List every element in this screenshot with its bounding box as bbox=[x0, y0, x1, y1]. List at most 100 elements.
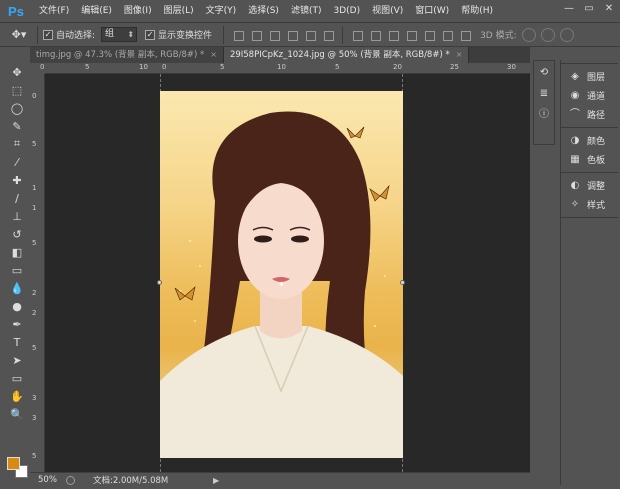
eyedropper-tool-icon[interactable]: ⁄ bbox=[6, 153, 28, 171]
panel-label: 样式 bbox=[587, 201, 606, 211]
auto-select-label: 自动选择: bbox=[56, 31, 96, 41]
distribute-right-icon[interactable] bbox=[440, 28, 454, 42]
align-vcenter-icon[interactable] bbox=[249, 28, 263, 42]
menu-image[interactable]: 图像(I) bbox=[118, 0, 158, 22]
close-button[interactable]: ✕ bbox=[602, 2, 616, 16]
path-select-tool-icon[interactable]: ➤ bbox=[6, 351, 28, 369]
pen-tool-icon[interactable]: ✒ bbox=[6, 315, 28, 333]
panel-swatches[interactable]: ▦ 色板 bbox=[561, 150, 618, 169]
foreground-color-swatch[interactable] bbox=[7, 457, 20, 470]
tab-close-icon[interactable]: × bbox=[456, 47, 463, 63]
gradient-tool-icon[interactable]: ▭ bbox=[6, 261, 28, 279]
lasso-tool-icon[interactable]: ◯ bbox=[6, 99, 28, 117]
align-left-icon[interactable] bbox=[285, 28, 299, 42]
dodge-tool-icon[interactable]: ● bbox=[6, 297, 28, 315]
menu-file[interactable]: 文件(F) bbox=[33, 0, 75, 22]
zoom-level[interactable]: 50% bbox=[30, 475, 66, 485]
panel-label: 图层 bbox=[587, 73, 606, 83]
auto-select-dropdown[interactable]: 组 bbox=[101, 27, 138, 42]
horizontal-ruler[interactable]: 0 5 10 0 5 10 5 20 25 30 bbox=[40, 63, 530, 74]
properties-panel-icon[interactable]: ≣ bbox=[536, 86, 552, 102]
brush-tool-icon[interactable]: ∕ bbox=[6, 189, 28, 207]
status-menu-arrow-icon[interactable]: ▶ bbox=[213, 476, 219, 485]
tab-timg[interactable]: timg.jpg @ 47.3% (背景 副本, RGB/8#) * × bbox=[30, 47, 224, 63]
move-tool-preset-icon[interactable]: ✥▾ bbox=[6, 25, 32, 45]
panel-color[interactable]: ◑ 颜色 bbox=[561, 131, 618, 150]
menu-3d[interactable]: 3D(D) bbox=[327, 0, 366, 22]
collapsed-panel-dock: ⟲ ≣ ⓘ bbox=[533, 60, 555, 145]
crop-tool-icon[interactable]: ⌗ bbox=[6, 135, 28, 153]
ruler-tick: 10 bbox=[139, 63, 148, 71]
transform-handle[interactable] bbox=[157, 280, 162, 285]
restore-button[interactable]: ▭ bbox=[582, 2, 596, 16]
styles-icon: ✧ bbox=[570, 198, 580, 210]
distribute-left-icon[interactable] bbox=[404, 28, 418, 42]
menu-layer[interactable]: 图层(L) bbox=[158, 0, 200, 22]
panel-label: 路径 bbox=[587, 111, 606, 121]
distribute-vcenter-icon[interactable] bbox=[368, 28, 382, 42]
menu-select[interactable]: 选择(S) bbox=[242, 0, 285, 22]
tab-29I58PICpKz[interactable]: 29I58PICpKz_1024.jpg @ 50% (背景 副本, RGB/8… bbox=[223, 47, 470, 63]
hand-tool-icon[interactable]: ✋ bbox=[6, 387, 28, 405]
align-bottom-icon[interactable] bbox=[267, 28, 281, 42]
transform-handle[interactable] bbox=[400, 280, 405, 285]
color-icon: ◑ bbox=[570, 134, 580, 146]
marquee-tool-icon[interactable]: ⬚ bbox=[6, 81, 28, 99]
distribute-top-icon[interactable] bbox=[350, 28, 364, 42]
reference-point-icon[interactable]: ✦ bbox=[278, 280, 285, 289]
ruler-tick: 10 bbox=[277, 63, 286, 71]
clone-stamp-tool-icon[interactable]: ⊥ bbox=[6, 207, 28, 225]
show-transform-checkbox[interactable]: ✓ bbox=[145, 29, 156, 40]
panel-label: 调整 bbox=[587, 182, 606, 192]
blur-tool-icon[interactable]: 💧 bbox=[6, 279, 28, 297]
ruler-tick: 5 bbox=[220, 63, 225, 71]
history-brush-tool-icon[interactable]: ↺ bbox=[6, 225, 28, 243]
quick-select-tool-icon[interactable]: ✎ bbox=[6, 117, 28, 135]
divider bbox=[342, 25, 344, 44]
3d-roll-icon[interactable] bbox=[540, 27, 555, 42]
ruler-tick: 2 bbox=[32, 309, 37, 317]
align-hcenter-icon[interactable] bbox=[303, 28, 317, 42]
zoom-tool-icon[interactable]: 🔍 bbox=[6, 405, 28, 423]
panel-paths[interactable]: ⌒ 路径 bbox=[561, 105, 618, 124]
healing-brush-tool-icon[interactable]: ✚ bbox=[6, 171, 28, 189]
panel-adjustments[interactable]: ◐ 调整 bbox=[561, 176, 618, 195]
document-canvas[interactable] bbox=[160, 91, 403, 458]
menu-type[interactable]: 文字(Y) bbox=[200, 0, 243, 22]
status-info-icon[interactable] bbox=[66, 475, 75, 485]
align-right-icon[interactable] bbox=[321, 28, 335, 42]
paths-icon: ⌒ bbox=[570, 108, 580, 120]
panel-layers[interactable]: ◈ 图层 bbox=[561, 67, 618, 86]
menu-help[interactable]: 帮助(H) bbox=[455, 0, 499, 22]
shape-tool-icon[interactable]: ▭ bbox=[6, 369, 28, 387]
auto-align-icon[interactable] bbox=[458, 28, 472, 42]
menu-filter[interactable]: 滤镜(T) bbox=[285, 0, 328, 22]
panel-label: 色板 bbox=[587, 156, 606, 166]
ruler-tick: 5 bbox=[32, 239, 37, 247]
tab-close-icon[interactable]: × bbox=[210, 47, 217, 63]
3d-rotate-icon[interactable] bbox=[521, 27, 536, 42]
distribute-hcenter-icon[interactable] bbox=[422, 28, 436, 42]
panel-dock: ◈ 图层 ◉ 通道 ⌒ 路径 ◑ 颜色 ▦ 色板 ◐ 调整 ✧ 样式 bbox=[560, 60, 618, 485]
menu-view[interactable]: 视图(V) bbox=[366, 0, 409, 22]
show-transform-label: 显示变换控件 bbox=[158, 31, 213, 41]
panel-channels[interactable]: ◉ 通道 bbox=[561, 86, 618, 105]
vertical-ruler[interactable]: 0 5 1 1 5 2 2 5 3 3 5 bbox=[30, 74, 45, 472]
panel-styles[interactable]: ✧ 样式 bbox=[561, 195, 618, 214]
3d-pan-icon[interactable] bbox=[559, 27, 574, 42]
canvas-area[interactable]: ✦ bbox=[45, 74, 530, 472]
distribute-bottom-icon[interactable] bbox=[386, 28, 400, 42]
ruler-tick: 5 bbox=[32, 344, 37, 352]
align-top-icon[interactable] bbox=[231, 28, 245, 42]
auto-select-checkbox[interactable]: ✓ bbox=[43, 29, 53, 40]
history-panel-icon[interactable]: ⟲ bbox=[536, 65, 552, 81]
move-tool-icon[interactable]: ✥ bbox=[6, 63, 28, 81]
divider bbox=[223, 25, 225, 44]
ruler-tick: 0 bbox=[40, 63, 45, 71]
type-tool-icon[interactable]: T bbox=[6, 333, 28, 351]
menu-edit[interactable]: 编辑(E) bbox=[75, 0, 118, 22]
menu-window[interactable]: 窗口(W) bbox=[409, 0, 455, 22]
eraser-tool-icon[interactable]: ◧ bbox=[6, 243, 28, 261]
info-panel-icon[interactable]: ⓘ bbox=[536, 107, 552, 123]
minimize-button[interactable]: — bbox=[562, 2, 576, 16]
